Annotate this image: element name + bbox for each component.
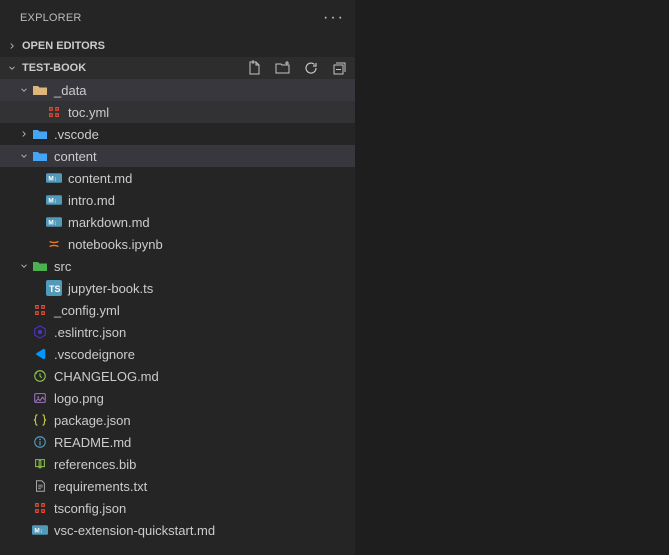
item-label: intro.md — [68, 193, 115, 208]
file-row[interactable]: requirements.txt — [0, 475, 355, 497]
changelog-icon — [32, 368, 48, 384]
jupyter-icon — [46, 236, 62, 252]
open-editors-section[interactable]: Open Editors — [0, 35, 355, 57]
file-row[interactable]: M↓ content.md — [0, 167, 355, 189]
item-label: .vscodeignore — [54, 347, 135, 362]
item-label: jupyter-book.ts — [68, 281, 153, 296]
item-label: .vscode — [54, 127, 99, 142]
item-label: src — [54, 259, 71, 274]
file-row[interactable]: references.bib — [0, 453, 355, 475]
file-row[interactable]: logo.png — [0, 387, 355, 409]
collapse-all-icon[interactable] — [331, 60, 347, 76]
file-row[interactable]: .vscodeignore — [0, 343, 355, 365]
chevron-down-icon[interactable] — [16, 85, 32, 95]
file-row[interactable]: _config.yml — [0, 299, 355, 321]
refresh-icon[interactable] — [303, 60, 319, 76]
chevron-right-icon — [4, 41, 20, 51]
item-label: vsc-extension-quickstart.md — [54, 523, 215, 538]
project-actions — [247, 60, 347, 76]
item-label: requirements.txt — [54, 479, 147, 494]
item-label: markdown.md — [68, 215, 150, 230]
folder-row[interactable]: .vscode — [0, 123, 355, 145]
file-row[interactable]: TS jupyter-book.ts — [0, 277, 355, 299]
vscode-icon — [32, 346, 48, 362]
file-row[interactable]: M↓ vsc-extension-quickstart.md — [0, 519, 355, 541]
item-label: references.bib — [54, 457, 136, 472]
folder_green-icon — [32, 258, 48, 274]
file-row[interactable]: CHANGELOG.md — [0, 365, 355, 387]
item-label: notebooks.ipynb — [68, 237, 163, 252]
item-label: toc.yml — [68, 105, 109, 120]
json-icon — [32, 412, 48, 428]
item-label: README.md — [54, 435, 131, 450]
folder_blue-icon — [32, 126, 48, 142]
project-label: TEST-BOOK — [22, 62, 86, 74]
file-row[interactable]: .eslintrc.json — [0, 321, 355, 343]
new-folder-icon[interactable] — [275, 60, 291, 76]
folder_yellow-icon — [32, 82, 48, 98]
file-row[interactable]: toc.yml — [0, 101, 355, 123]
md-icon: M↓ — [32, 522, 48, 538]
txt-icon — [32, 478, 48, 494]
file-row[interactable]: M↓ markdown.md — [0, 211, 355, 233]
file-tree: _datatoc.yml.vscodecontentM↓content.mdM↓… — [0, 79, 355, 555]
ts-icon: TS — [46, 280, 62, 296]
item-label: logo.png — [54, 391, 104, 406]
md-icon: M↓ — [46, 214, 62, 230]
panel-header: Explorer ··· — [0, 0, 355, 35]
explorer-sidebar: Explorer ··· Open Editors TEST-BOOK — [0, 0, 356, 555]
folder-row[interactable]: content — [0, 145, 355, 167]
item-label: package.json — [54, 413, 131, 428]
item-label: content — [54, 149, 97, 164]
item-label: _config.yml — [54, 303, 120, 318]
yml-icon — [46, 104, 62, 120]
file-row[interactable]: M↓ intro.md — [0, 189, 355, 211]
item-label: .eslintrc.json — [54, 325, 126, 340]
file-row[interactable]: notebooks.ipynb — [0, 233, 355, 255]
chevron-down-icon[interactable] — [16, 261, 32, 271]
yml-icon — [32, 302, 48, 318]
eslint-icon — [32, 324, 48, 340]
more-actions-icon[interactable]: ··· — [323, 9, 345, 27]
folder-row[interactable]: _data — [0, 79, 355, 101]
chevron-down-icon[interactable] — [16, 151, 32, 161]
svg-text:M↓: M↓ — [48, 219, 57, 226]
svg-text:M↓: M↓ — [34, 527, 43, 534]
open-editors-label: Open Editors — [22, 40, 105, 52]
md-icon: M↓ — [46, 192, 62, 208]
file-row[interactable]: tsconfig.json — [0, 497, 355, 519]
md-icon: M↓ — [46, 170, 62, 186]
project-section[interactable]: TEST-BOOK — [0, 57, 355, 79]
svg-text:M↓: M↓ — [48, 197, 57, 204]
file-row[interactable]: package.json — [0, 409, 355, 431]
svg-text:TS: TS — [49, 284, 61, 294]
chevron-down-icon — [4, 63, 20, 73]
file-row[interactable]: README.md — [0, 431, 355, 453]
new-file-icon[interactable] — [247, 60, 263, 76]
item-label: CHANGELOG.md — [54, 369, 159, 384]
chevron-right-icon[interactable] — [16, 129, 32, 139]
folder-row[interactable]: src — [0, 255, 355, 277]
item-label: tsconfig.json — [54, 501, 126, 516]
panel-title: Explorer — [20, 12, 82, 24]
folder_blue-icon — [32, 148, 48, 164]
item-label: _data — [54, 83, 87, 98]
info-icon — [32, 434, 48, 450]
editor-area — [356, 0, 669, 555]
image-icon — [32, 390, 48, 406]
bib-icon — [32, 456, 48, 472]
svg-text:M↓: M↓ — [48, 175, 57, 182]
item-label: content.md — [68, 171, 132, 186]
yml-icon — [32, 500, 48, 516]
